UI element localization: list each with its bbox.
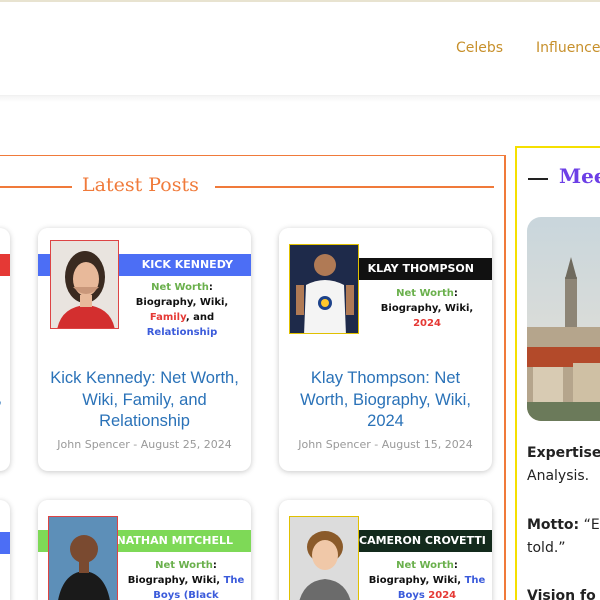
heading-rule-left <box>0 186 72 188</box>
post-meta: John Spencer - August 15, 2024 <box>298 438 473 451</box>
post-card[interactable]: CAMERON CROVETTI Net Worth: Biography, W… <box>279 500 492 600</box>
sidebar-vision: Vision fo <box>527 588 596 600</box>
thumbnail-tagline: Net Worth: Biography, Wiki, The Boys 202… <box>368 560 486 600</box>
post-title-link[interactable]: Klay Thompson: Net Worth, Biography, Wik… <box>285 368 486 433</box>
section-title: Latest Posts <box>82 174 199 196</box>
card-banner-fragment <box>0 254 10 276</box>
thumbnail-tagline: Net Worth: Biography, Wiki, Family, and … <box>135 282 229 338</box>
post-meta: John Spencer - August 25, 2024 <box>57 438 232 451</box>
sidebar-title: Mee <box>559 164 600 188</box>
latest-posts-heading: Latest Posts <box>0 174 496 200</box>
celebrity-photo <box>289 516 359 600</box>
author-photo <box>527 217 600 421</box>
site-header: Celebs Influencers <box>0 2 600 96</box>
nav-link-celebs[interactable]: Celebs <box>456 40 503 56</box>
thumbnail-tagline: Net Worth: Biography, Wiki, 2024 <box>380 288 474 329</box>
sidebar-motto-text: told.” <box>527 540 566 556</box>
sidebar-motto: Motto: “Ev <box>527 517 600 533</box>
post-card-partial[interactable]: , i, y, <box>0 228 10 471</box>
heading-rule-right <box>215 186 494 188</box>
post-card[interactable]: KLAY THOMPSON Net Worth: Biography, Wiki… <box>279 228 492 471</box>
post-thumbnail[interactable]: CAMERON CROVETTI Net Worth: Biography, W… <box>279 500 492 600</box>
post-thumbnail[interactable]: NATHAN MITCHELL Net Worth: Biography, Wi… <box>38 500 251 600</box>
post-card[interactable]: KICK KENNEDY Net Worth: Biography, Wiki,… <box>38 228 251 471</box>
sidebar-heading-rule <box>528 178 548 180</box>
post-card-partial[interactable]: , <box>0 500 10 600</box>
post-thumbnail[interactable]: KLAY THOMPSON Net Worth: Biography, Wiki… <box>279 228 492 338</box>
card-title-fragment[interactable]: y, <box>0 390 2 406</box>
thumbnail-banner: KLAY THOMPSON <box>359 258 492 280</box>
sidebar-expertise: Expertise: <box>527 445 600 461</box>
celebrity-photo <box>48 516 118 600</box>
post-title-link[interactable]: Kick Kennedy: Net Worth, Wiki, Family, a… <box>44 368 245 433</box>
post-card[interactable]: NATHAN MITCHELL Net Worth: Biography, Wi… <box>38 500 251 600</box>
sidebar-expertise-text: Analysis. <box>527 468 590 484</box>
post-thumbnail[interactable]: KICK KENNEDY Net Worth: Biography, Wiki,… <box>38 228 251 338</box>
celebrity-photo <box>289 244 359 334</box>
header-shadow <box>0 96 600 102</box>
thumbnail-banner: CAMERON CROVETTI <box>359 530 492 552</box>
nav-link-influencers[interactable]: Influencers <box>536 40 600 56</box>
thumbnail-tagline: Net Worth: Biography, Wiki, The Boys (Bl… <box>127 560 245 600</box>
celebrity-photo <box>50 240 119 329</box>
card-banner-fragment <box>0 532 10 554</box>
